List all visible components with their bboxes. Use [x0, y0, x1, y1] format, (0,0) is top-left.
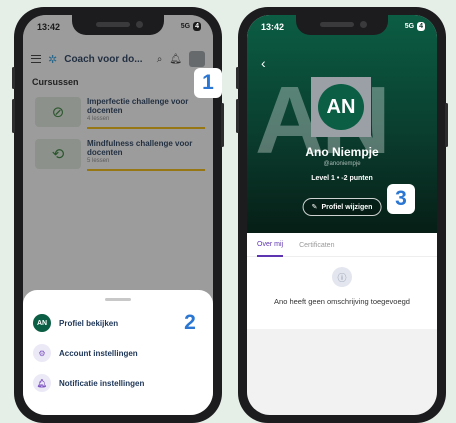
edit-profile-label: Profiel wijzigen — [321, 203, 373, 211]
avatar-initials: AN — [318, 84, 364, 130]
status-time: 13:42 — [37, 22, 61, 32]
menu-item-label: Profiel bekijken — [59, 318, 119, 328]
avatar-icon: AN — [33, 314, 51, 332]
profile-handle: @anoniempje — [323, 161, 361, 167]
sheet-handle[interactable] — [105, 298, 131, 301]
status-time: 13:42 — [261, 22, 285, 32]
menu-item-label: Notificatie instellingen — [59, 378, 145, 388]
callout-2: 2 — [176, 308, 204, 338]
menu-item-label: Account instellingen — [59, 348, 138, 358]
menu-item-notificatie-instellingen[interactable]: 🔔︎ Notificatie instellingen — [33, 374, 144, 392]
network-label: 5G — [180, 23, 191, 30]
callout-3: 3 — [387, 184, 415, 214]
pencil-icon: ✎ — [311, 204, 318, 211]
edit-profile-button[interactable]: ✎ Profiel wijzigen — [302, 198, 382, 216]
profile-level: Level 1 • -2 punten — [311, 175, 373, 182]
screen-right: AN 13:42 5G 4 ‹ AN Ano Niempje @anoniemp… — [247, 15, 437, 415]
tab-certificaten[interactable]: Certificaten — [299, 233, 334, 257]
battery-icon: 4 — [417, 22, 425, 31]
gear-icon: ⚙ — [33, 344, 51, 362]
empty-state: ⓘ Ano heeft geen omschrijving toegevoegd — [247, 257, 437, 329]
info-icon: ⓘ — [332, 267, 352, 287]
callout-1: 1 — [194, 68, 222, 98]
profile-tabs: Over mij Certificaten — [247, 233, 437, 257]
menu-item-profiel-bekijken[interactable]: AN Profiel bekijken — [33, 314, 118, 332]
screen-left: 13:42 5G 4 ✲ Coach voor do... ⌕ 🔔︎ Cursu… — [23, 15, 213, 415]
battery-icon: 4 — [193, 22, 201, 31]
phone-frame-right: AN 13:42 5G 4 ‹ AN Ano Niempje @anoniemp… — [236, 7, 448, 423]
profile-name: Ano Niempje — [305, 145, 379, 159]
network-label: 5G — [404, 23, 415, 30]
tab-over-mij[interactable]: Over mij — [257, 233, 284, 257]
profile-avatar: AN — [311, 77, 371, 137]
empty-message: Ano heeft geen omschrijving toegevoegd — [274, 297, 410, 306]
phone-frame-left: 13:42 5G 4 ✲ Coach voor do... ⌕ 🔔︎ Cursu… — [12, 7, 224, 423]
menu-item-account-instellingen[interactable]: ⚙ Account instellingen — [33, 344, 138, 362]
bell-settings-icon: 🔔︎ — [33, 374, 51, 392]
back-arrow-icon[interactable]: ‹ — [261, 55, 266, 71]
